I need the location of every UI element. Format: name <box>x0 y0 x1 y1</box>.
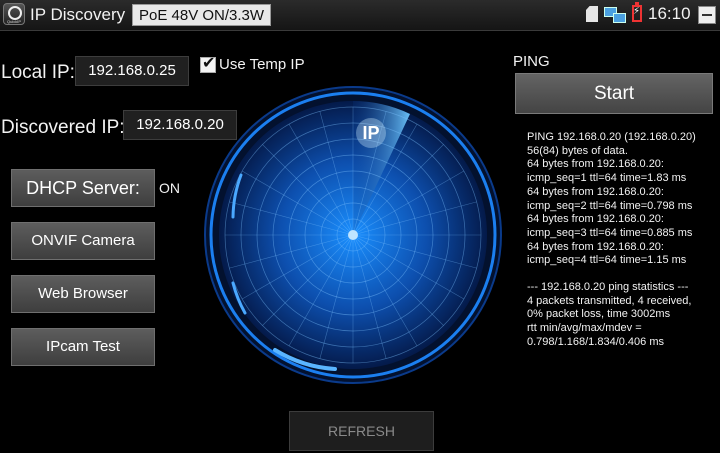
ipcam-test-button[interactable]: IPcam Test <box>11 328 155 366</box>
battery-charging-icon <box>632 2 642 22</box>
discovered-ip-label: Discovered IP: <box>1 117 125 138</box>
ping-output: PING 192.168.0.20 (192.168.0.20) 56(84) … <box>527 131 717 350</box>
refresh-button[interactable]: REFRESH <box>289 411 434 451</box>
local-ip-label: Local IP: <box>1 62 75 83</box>
ping-line: 64 bytes from 192.168.0.20: <box>527 213 664 226</box>
ping-line: 64 bytes from 192.168.0.20: <box>527 185 664 198</box>
ping-line: icmp_seq=2 ttl=64 time=0.798 ms <box>527 199 693 212</box>
onvif-camera-button[interactable]: ONVIF Camera <box>11 222 155 260</box>
local-ip-field[interactable]: 192.168.0.25 <box>75 56 189 86</box>
ping-stats-line: 0.798/1.168/1.834/0.406 ms <box>527 335 664 348</box>
dhcp-server-button[interactable]: DHCP Server: <box>11 169 155 207</box>
poe-status-badge: PoE 48V ON/3.3W <box>132 4 272 26</box>
start-button[interactable]: Start <box>515 73 713 114</box>
sd-card-icon <box>586 6 598 22</box>
app-logo-icon: QuickIP <box>3 3 25 25</box>
ping-line: icmp_seq=1 ttl=64 time=1.83 ms <box>527 172 687 185</box>
ping-line: 64 bytes from 192.168.0.20: <box>527 240 664 253</box>
ping-stats-line: --- 192.168.0.20 ping statistics --- <box>527 281 689 294</box>
ping-line: icmp_seq=3 ttl=64 time=0.885 ms <box>527 226 693 239</box>
use-temp-ip-checkbox[interactable]: ✔ <box>200 55 216 73</box>
web-browser-button[interactable]: Web Browser <box>11 275 155 313</box>
checkmark-icon: ✔ <box>202 55 216 72</box>
ip-badge: IP <box>362 123 379 143</box>
ping-stats-line: rtt min/avg/max/mdev = <box>527 322 642 335</box>
ping-title: PING <box>513 53 550 70</box>
ping-line: icmp_seq=4 ttl=64 time=1.15 ms <box>527 254 687 267</box>
ping-stats-line: 0% packet loss, time 3002ms <box>527 308 671 321</box>
use-temp-ip-label[interactable]: Use Temp IP <box>219 56 305 73</box>
ping-line: 64 bytes from 192.168.0.20: <box>527 158 664 171</box>
clock: 16:10 <box>648 4 691 23</box>
radar-display: IP <box>204 86 502 384</box>
network-icon <box>604 5 626 23</box>
dhcp-status: ON <box>159 180 180 196</box>
app-logo-text: QuickIP <box>6 19 21 24</box>
ping-line: 56(84) bytes of data. <box>527 144 628 157</box>
ping-line: PING 192.168.0.20 (192.168.0.20) <box>527 131 696 143</box>
app-title: IP Discovery <box>30 5 126 24</box>
minimize-icon[interactable] <box>698 6 716 24</box>
ping-stats-line: 4 packets transmitted, 4 received, <box>527 294 692 307</box>
title-bar: QuickIP IP Discovery PoE 48V ON/3.3W 16:… <box>0 0 720 31</box>
